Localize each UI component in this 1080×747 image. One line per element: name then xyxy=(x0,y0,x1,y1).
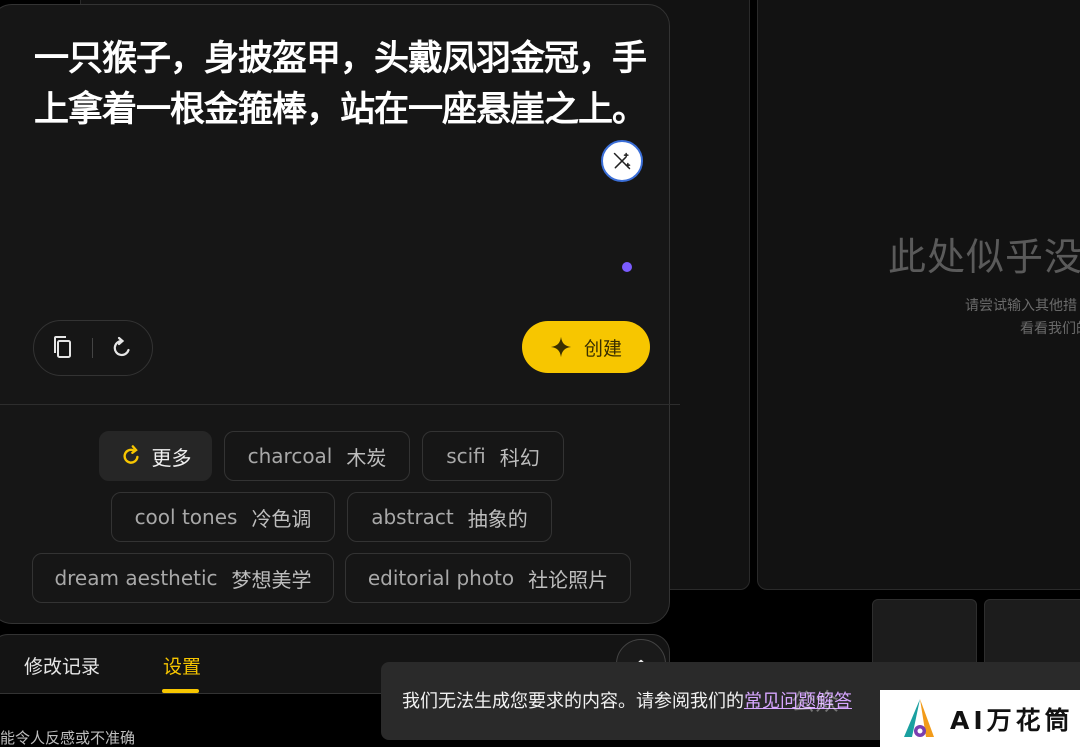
empty-state-hint-2: 看看我们的 xyxy=(1020,321,1080,337)
tab-settings[interactable]: 设置 xyxy=(163,652,201,679)
disclaimer-text: 能令人反感或不准确 xyxy=(0,729,136,747)
copy-icon xyxy=(54,336,71,358)
chip-label-cn: 梦想美学 xyxy=(231,567,312,592)
style-chip-abstract[interactable]: abstract 抽象的 xyxy=(347,492,552,542)
empty-state-title: 此处似乎没有 xyxy=(888,235,1080,279)
style-chip-scifi[interactable]: scifi 科幻 xyxy=(422,431,564,481)
chip-label-cn: 冷色调 xyxy=(251,506,312,531)
sparkle-icon xyxy=(550,336,572,358)
card-divider xyxy=(0,404,680,405)
toast-message: 我们无法生成您要求的内容。请参阅我们的常见问题解答 xyxy=(402,687,852,713)
chip-label-cn: 抽象的 xyxy=(467,506,528,531)
chip-label: editorial photo xyxy=(367,566,515,590)
chip-label-cn: 科幻 xyxy=(499,445,540,470)
empty-state-hint: 请尝试输入其他措 xyxy=(965,298,1077,314)
active-tab-indicator xyxy=(162,689,199,693)
more-suggestions-button[interactable]: 更多 xyxy=(99,431,212,481)
more-suggestions-label: 更多 xyxy=(151,445,192,470)
style-chip-cool-tones[interactable]: cool tones 冷色调 xyxy=(111,492,335,542)
status-dot xyxy=(622,262,632,272)
watermark-logo: AI万花筒 xyxy=(880,690,1080,747)
toast-message-text: 我们无法生成您要求的内容。请参阅我们的 xyxy=(402,691,744,712)
style-chip-charcoal[interactable]: charcoal 木炭 xyxy=(224,431,410,481)
chip-label: scifi xyxy=(446,444,486,468)
image-thumbnail[interactable] xyxy=(872,599,977,669)
kaleidoscope-logo-icon xyxy=(904,698,934,737)
image-thumbnail[interactable] xyxy=(984,599,1080,669)
style-chip-dream-aesthetic[interactable]: dream aesthetic 梦想美学 xyxy=(32,553,334,603)
create-button[interactable]: 创建 xyxy=(522,321,650,373)
reset-button[interactable] xyxy=(93,320,151,376)
prompt-input[interactable]: 一只猴子，身披盔甲，头戴凤羽金冠，手上拿着一根金箍棒，站在一座悬崖之上。 xyxy=(34,34,654,136)
chip-label-cn: 社论照片 xyxy=(528,567,609,592)
chip-label: cool tones xyxy=(134,505,238,529)
chip-label: charcoal xyxy=(247,444,333,468)
magic-wand-icon xyxy=(613,152,631,170)
chip-label-cn: 木炭 xyxy=(346,445,387,470)
style-chip-editorial-photo[interactable]: editorial photo 社论照片 xyxy=(345,553,631,603)
tab-history[interactable]: 修改记录 xyxy=(24,652,100,679)
refresh-icon xyxy=(122,445,139,464)
create-button-label: 创建 xyxy=(583,337,622,360)
prompt-tools xyxy=(33,320,153,376)
chip-label: abstract xyxy=(371,505,454,529)
logo-text: AI万花筒 xyxy=(950,705,1074,735)
app-root: 此处似乎没有 请尝试输入其他措 看看我们的 一只猴子，身披盔甲，头戴凤羽金冠，手… xyxy=(0,0,1080,747)
refresh-icon xyxy=(113,336,130,357)
chip-label: dream aesthetic xyxy=(54,566,218,590)
watermark-text: 公众 xyxy=(791,688,839,716)
magic-wand-button[interactable] xyxy=(601,140,643,182)
copy-button[interactable] xyxy=(34,320,92,376)
